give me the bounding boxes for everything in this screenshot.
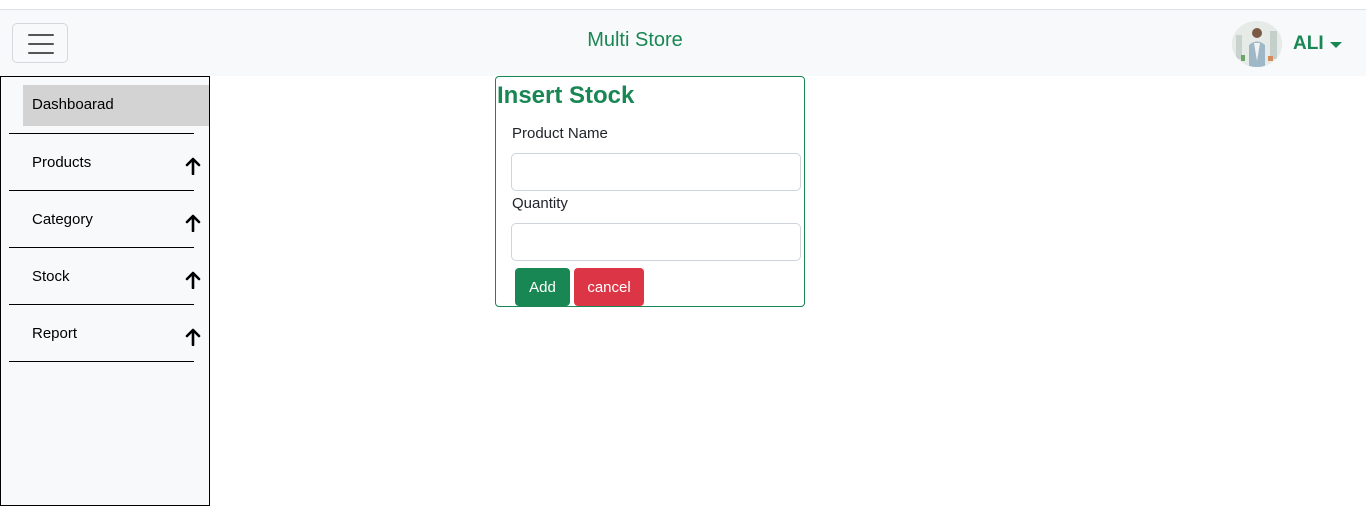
sidebar-item-stock[interactable]: Stock	[9, 248, 201, 305]
quantity-label: Quantity	[512, 195, 568, 212]
quantity-input[interactable]	[511, 223, 801, 261]
sidebar-item-label: Dashboarad	[32, 96, 114, 113]
sidebar-item-products[interactable]: Products	[9, 134, 201, 191]
arrow-up-icon	[185, 328, 201, 346]
sidebar-item-label: Category	[32, 211, 93, 228]
sidebar: Dashboarad Products Category Stock Repor…	[0, 76, 210, 506]
arrow-up-icon	[185, 157, 201, 175]
top-navbar: Multi Store ALI	[0, 10, 1366, 76]
sidebar-item-label: Report	[32, 325, 78, 342]
sidebar-item-label: Products	[32, 154, 92, 171]
user-name: ALI	[1293, 33, 1324, 54]
arrow-up-icon	[185, 214, 201, 232]
sidebar-item-label: Stock	[32, 268, 70, 285]
cancel-button[interactable]: cancel	[574, 268, 644, 306]
form-title: Insert Stock	[497, 82, 635, 109]
insert-stock-card: Insert Stock Product Name Quantity Add c…	[495, 76, 805, 307]
brand-title: Multi Store	[587, 29, 683, 51]
sidebar-item-report[interactable]: Report	[9, 305, 201, 362]
product-name-input[interactable]	[511, 153, 801, 191]
caret-down-icon	[1329, 42, 1342, 48]
avatar	[1232, 21, 1282, 67]
arrow-up-icon	[185, 271, 201, 289]
sidebar-item-category[interactable]: Category	[9, 191, 201, 248]
avatar-image-icon	[1232, 21, 1282, 67]
sidebar-item-dashboard[interactable]: Dashboarad	[23, 85, 209, 126]
product-name-label: Product Name	[512, 125, 608, 142]
user-menu[interactable]: ALI	[1232, 21, 1342, 67]
add-button[interactable]: Add	[515, 268, 570, 306]
